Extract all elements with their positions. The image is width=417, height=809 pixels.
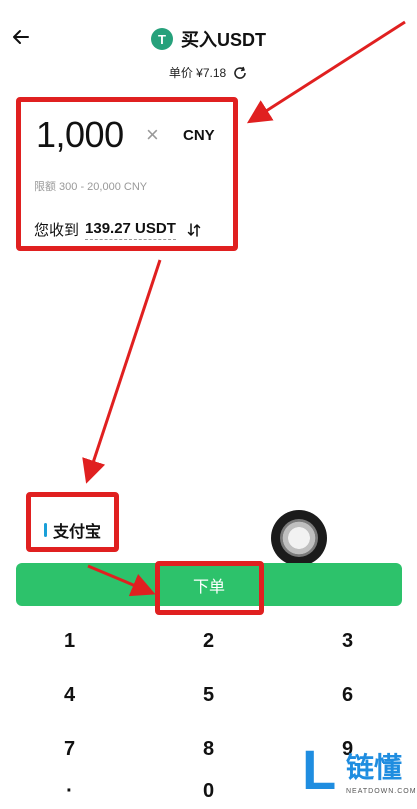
tether-icon: T: [151, 28, 173, 50]
key-5[interactable]: 5: [139, 684, 278, 707]
refresh-icon[interactable]: [232, 65, 248, 81]
key-7[interactable]: 7: [0, 738, 139, 761]
watermark: L 链懂 NEATDOWN.COM: [302, 738, 416, 806]
key-decimal[interactable]: ·: [0, 780, 139, 803]
key-0[interactable]: 0: [139, 780, 278, 803]
key-1[interactable]: 1: [0, 630, 139, 653]
header: T 买入USDT: [0, 26, 417, 52]
annotation-box-order: [155, 561, 264, 615]
assistive-touch-icon: [280, 519, 318, 557]
key-8[interactable]: 8: [139, 738, 278, 761]
key-4[interactable]: 4: [0, 684, 139, 707]
watermark-subtext: NEATDOWN.COM: [346, 788, 417, 795]
watermark-logo: L: [302, 738, 337, 801]
unit-price-label: 单价 ¥7.18: [168, 66, 227, 80]
annotation-box-payment: [26, 492, 119, 552]
annotation-arrow-middle: [82, 259, 162, 484]
annotation-box-amount: [16, 97, 238, 251]
key-6[interactable]: 6: [278, 684, 417, 707]
unit-price: 单价 ¥7.18: [0, 64, 417, 81]
assistive-touch-button[interactable]: [271, 510, 327, 566]
watermark-text: 链懂: [346, 752, 403, 783]
page-title: 买入USDT: [181, 30, 266, 50]
key-3[interactable]: 3: [278, 630, 417, 653]
key-2[interactable]: 2: [139, 630, 278, 653]
